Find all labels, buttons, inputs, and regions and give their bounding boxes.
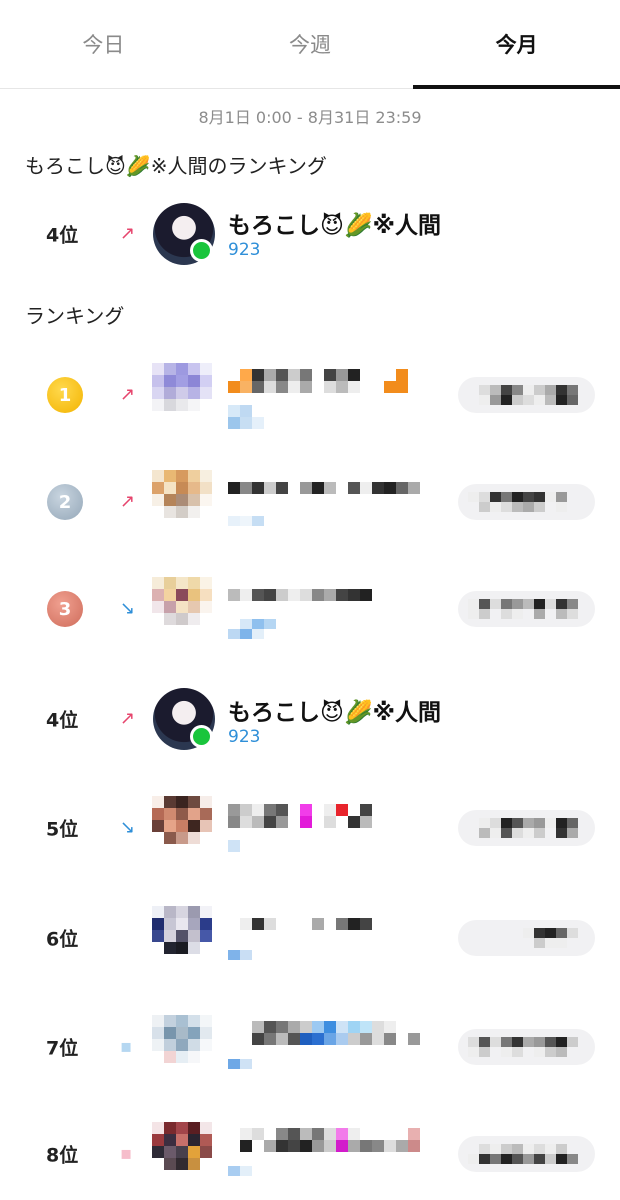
badge-censored [458,920,595,956]
score-censored [228,840,252,852]
trend-down-icon: ↘ [120,817,136,838]
score-censored [228,619,276,639]
ranking-row[interactable]: 7位 ▪ [0,997,620,1097]
score-censored [228,516,276,526]
user-name: もろこし😈🌽※人間 [228,700,441,726]
avatar-censored[interactable] [152,363,212,411]
name-censored [228,804,396,828]
silver-medal-icon: 2 [47,484,83,520]
rank-label: 7位 [46,1037,79,1060]
name-censored [228,1021,444,1045]
rank-label: 5位 [46,818,79,841]
trend-up-icon: ↗ [120,223,136,244]
badge-censored [458,591,595,627]
trend-down-icon: ↘ [120,598,136,619]
name-censored [228,918,372,930]
avatar-censored[interactable] [152,470,212,518]
score-censored [228,1059,252,1069]
trend-up-icon: ↗ [120,384,136,405]
score-censored [228,405,264,429]
rank-label: 8位 [46,1144,79,1167]
trend-up-icon: ↗ [120,491,136,512]
badge-censored [458,484,595,520]
avatar-censored[interactable] [152,577,212,625]
trend-icon: ▪ [120,1036,133,1057]
ranking-row[interactable]: 2 ↗ [0,452,620,552]
avatar-censored[interactable] [152,906,212,954]
badge-censored [458,810,595,846]
score-censored [228,1166,252,1176]
badge-censored [458,377,595,413]
tab-today[interactable]: 今日 [0,0,207,88]
name-censored [228,482,420,494]
avatar-censored[interactable] [152,796,212,844]
name-censored [228,589,372,601]
badge-censored [458,1029,595,1065]
rank-label: 4位 [46,709,79,732]
tab-this-week[interactable]: 今週 [207,0,414,88]
period-tabs: 今日 今週 今月 [0,0,620,89]
ranking-row[interactable]: 3 ↘ [0,559,620,659]
bronze-medal-icon: 3 [47,591,83,627]
trend-up-icon: ↗ [120,708,136,729]
trend-icon: ▪ [120,1143,133,1164]
score-censored [228,950,264,960]
ranking-row-self[interactable]: 4位 ↗ もろこし😈🌽※人間 923 [0,669,620,769]
badge-censored [458,1136,595,1172]
name-censored [228,1128,432,1152]
ranking-row[interactable]: 8位 ▪ [0,1104,620,1200]
user-score: 923 [228,727,261,747]
ranking-title: ランキング [25,304,125,328]
my-ranking-row[interactable]: 4位 ↗ もろこし😈🌽※人間 923 [0,184,620,284]
user-score: 923 [228,240,261,260]
name-censored [228,369,408,393]
date-range: 8月1日 0:00 - 8月31日 23:59 [198,108,422,127]
gold-medal-icon: 1 [47,377,83,413]
rank-label: 6位 [46,928,79,951]
my-ranking-title: もろこし😈🌽※人間のランキング [25,154,327,178]
online-status-icon [190,239,213,262]
ranking-row[interactable]: 1 ↗ [0,345,620,445]
ranking-row[interactable]: 5位 ↘ [0,778,620,878]
ranking-row[interactable]: 6位 [0,888,620,988]
avatar-censored[interactable] [152,1015,212,1063]
avatar-censored[interactable] [152,1122,212,1170]
user-name: もろこし😈🌽※人間 [228,213,441,239]
online-status-icon [190,725,213,748]
tab-this-month[interactable]: 今月 [413,0,620,89]
rank-label: 4位 [46,224,79,247]
